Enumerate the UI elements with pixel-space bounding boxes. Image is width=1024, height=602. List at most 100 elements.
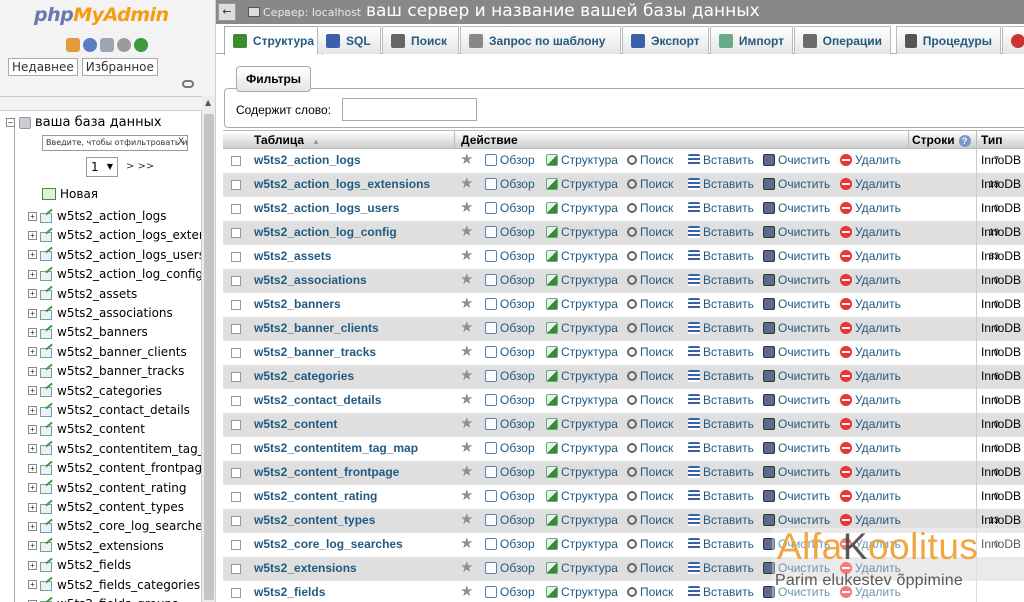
row-checkbox[interactable] bbox=[231, 252, 241, 262]
tree-table-item[interactable]: + w5ts2_action_logs_extensions bbox=[28, 228, 201, 242]
tree-table-name[interactable]: w5ts2_extensions bbox=[57, 539, 164, 553]
tab-sql[interactable]: SQL bbox=[317, 26, 381, 54]
action-search[interactable]: Поиск bbox=[627, 177, 673, 191]
favorite-star-icon[interactable]: ★ bbox=[460, 368, 473, 384]
table-name-link[interactable]: w5ts2_content bbox=[254, 417, 337, 431]
action-insert[interactable]: Вставить bbox=[688, 417, 754, 431]
table-name-link[interactable]: w5ts2_contentitem_tag_map bbox=[254, 441, 418, 455]
page-next-links[interactable]: > >> bbox=[126, 161, 154, 172]
table-name-link[interactable]: w5ts2_banner_clients bbox=[254, 321, 379, 335]
table-name-link[interactable]: w5ts2_assets bbox=[254, 249, 331, 263]
action-search[interactable]: Поиск bbox=[627, 513, 673, 527]
table-name-link[interactable]: w5ts2_content_types bbox=[254, 513, 375, 527]
action-structure[interactable]: Структура bbox=[546, 585, 618, 599]
action-structure[interactable]: Структура bbox=[546, 249, 618, 263]
home-icon[interactable] bbox=[66, 38, 80, 52]
action-insert[interactable]: Вставить bbox=[688, 201, 754, 215]
favorite-star-icon[interactable]: ★ bbox=[460, 296, 473, 312]
action-empty[interactable]: Очистить bbox=[763, 225, 830, 239]
favorite-star-icon[interactable]: ★ bbox=[460, 320, 473, 336]
row-checkbox[interactable] bbox=[231, 492, 241, 502]
action-drop[interactable]: Удалить bbox=[840, 441, 901, 455]
tree-table-name[interactable]: w5ts2_action_log_config bbox=[57, 267, 201, 281]
action-structure[interactable]: Структура bbox=[546, 153, 618, 167]
action-browse[interactable]: Обзор bbox=[485, 441, 535, 455]
action-browse[interactable]: Обзор bbox=[485, 297, 535, 311]
action-structure[interactable]: Структура bbox=[546, 225, 618, 239]
expand-icon[interactable]: + bbox=[28, 327, 37, 337]
tree-table-name[interactable]: w5ts2_banner_clients bbox=[57, 345, 187, 359]
favorite-star-icon[interactable]: ★ bbox=[460, 464, 473, 480]
action-insert[interactable]: Вставить bbox=[688, 441, 754, 455]
action-empty[interactable]: Очистить bbox=[763, 441, 830, 455]
row-checkbox[interactable] bbox=[231, 324, 241, 334]
action-search[interactable]: Поиск bbox=[627, 225, 673, 239]
nav-tab-recent[interactable]: Недавнее bbox=[8, 58, 78, 76]
action-insert[interactable]: Вставить bbox=[688, 297, 754, 311]
tab-wrench[interactable]: Операции bbox=[794, 26, 891, 54]
action-browse[interactable]: Обзор bbox=[485, 153, 535, 167]
favorite-star-icon[interactable]: ★ bbox=[460, 272, 473, 288]
expand-icon[interactable]: + bbox=[28, 347, 37, 357]
tree-table-item[interactable]: +w5ts2_fields_groups bbox=[28, 597, 178, 602]
tree-table-name[interactable]: w5ts2_associations bbox=[57, 306, 173, 320]
action-insert[interactable]: Вставить bbox=[688, 345, 754, 359]
action-search[interactable]: Поиск bbox=[627, 249, 673, 263]
action-search[interactable]: Поиск bbox=[627, 441, 673, 455]
action-search[interactable]: Поиск bbox=[627, 369, 673, 383]
logout-icon[interactable] bbox=[83, 38, 97, 52]
action-empty[interactable]: Очистить bbox=[763, 273, 830, 287]
breadcrumb-server[interactable]: Сервер: localhost bbox=[263, 6, 361, 19]
action-insert[interactable]: Вставить bbox=[688, 393, 754, 407]
header-rows[interactable]: Строки? bbox=[912, 133, 971, 147]
favorite-star-icon[interactable]: ★ bbox=[460, 344, 473, 360]
row-checkbox[interactable] bbox=[231, 396, 241, 406]
tab-query[interactable]: Запрос по шаблону bbox=[460, 26, 621, 54]
scroll-up-icon[interactable]: ▲ bbox=[205, 98, 211, 107]
expand-icon[interactable]: + bbox=[28, 483, 37, 493]
expand-icon[interactable]: + bbox=[28, 269, 37, 279]
action-browse[interactable]: Обзор bbox=[485, 537, 535, 551]
table-name-link[interactable]: w5ts2_action_logs_users bbox=[254, 201, 399, 215]
tree-table-item[interactable]: + w5ts2_core_log_searches bbox=[28, 519, 201, 533]
action-browse[interactable]: Обзор bbox=[485, 393, 535, 407]
tree-table-name[interactable]: w5ts2_content_rating bbox=[57, 481, 187, 495]
scroll-thumb[interactable] bbox=[204, 114, 214, 600]
tree-database[interactable]: − ваша база данных bbox=[6, 115, 162, 130]
action-structure[interactable]: Структура bbox=[546, 561, 618, 575]
action-empty[interactable]: Очистить bbox=[763, 153, 830, 167]
action-structure[interactable]: Структура bbox=[546, 465, 618, 479]
action-empty[interactable]: Очистить bbox=[763, 321, 830, 335]
tree-table-name[interactable]: w5ts2_content_frontpage bbox=[57, 461, 201, 475]
tree-table-item[interactable]: + w5ts2_contentitem_tag_map bbox=[28, 442, 201, 456]
action-drop[interactable]: Удалить bbox=[840, 297, 901, 311]
tree-table-item[interactable]: + w5ts2_content_frontpage bbox=[28, 461, 201, 475]
action-structure[interactable]: Структура bbox=[546, 393, 618, 407]
favorite-star-icon[interactable]: ★ bbox=[460, 248, 473, 264]
action-browse[interactable]: Обзор bbox=[485, 345, 535, 359]
action-browse[interactable]: Обзор bbox=[485, 513, 535, 527]
favorite-star-icon[interactable]: ★ bbox=[460, 392, 473, 408]
action-search[interactable]: Поиск bbox=[627, 561, 673, 575]
tree-filter-input[interactable]: Введите, чтобы отфильтровать их, X bbox=[42, 135, 188, 151]
table-name-link[interactable]: w5ts2_action_log_config bbox=[254, 225, 397, 239]
row-checkbox[interactable] bbox=[231, 588, 241, 598]
link-icon[interactable] bbox=[182, 80, 194, 88]
expand-icon[interactable]: + bbox=[28, 250, 37, 260]
action-structure[interactable]: Структура bbox=[546, 201, 618, 215]
tab-search[interactable]: Поиск bbox=[382, 26, 459, 54]
action-browse[interactable]: Обзор bbox=[485, 417, 535, 431]
table-name-link[interactable]: w5ts2_action_logs_extensions bbox=[254, 177, 430, 191]
tree-table-item[interactable]: + w5ts2_action_log_config bbox=[28, 267, 201, 281]
action-drop[interactable]: Удалить bbox=[840, 201, 901, 215]
action-insert[interactable]: Вставить bbox=[688, 273, 754, 287]
row-checkbox[interactable] bbox=[231, 204, 241, 214]
tree-table-name[interactable]: w5ts2_content_types bbox=[57, 500, 184, 514]
favorite-star-icon[interactable]: ★ bbox=[460, 560, 473, 576]
expand-icon[interactable]: + bbox=[28, 211, 37, 221]
row-checkbox[interactable] bbox=[231, 372, 241, 382]
action-browse[interactable]: Обзор bbox=[485, 201, 535, 215]
action-insert[interactable]: Вставить bbox=[688, 153, 754, 167]
tree-table-item[interactable]: + w5ts2_categories bbox=[28, 384, 162, 398]
favorite-star-icon[interactable]: ★ bbox=[460, 440, 473, 456]
